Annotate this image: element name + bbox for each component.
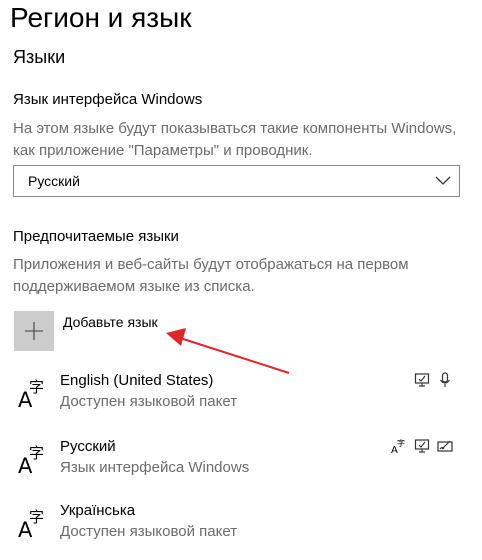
language-name: Українська xyxy=(60,502,136,519)
language-item-english[interactable]: A 字 English (United States) Доступен язы… xyxy=(0,372,482,428)
language-glyph-icon: A 字 xyxy=(18,444,44,474)
language-glyph-icon: A 字 xyxy=(18,378,44,408)
language-status: Доступен языковой пакет xyxy=(60,393,238,410)
language-name: English (United States) xyxy=(60,372,214,389)
language-glyph-icon: A 字 xyxy=(18,508,44,538)
language-item-ukrainian[interactable]: A 字 Українська Доступен языковой пакет xyxy=(0,502,482,558)
language-item-russian[interactable]: A 字 Русский Язык интерфейса Windows A 字 xyxy=(0,438,482,494)
handwriting-icon xyxy=(437,440,453,452)
language-status: Доступен языковой пакет xyxy=(60,523,238,540)
svg-text:字: 字 xyxy=(29,444,44,462)
svg-text:字: 字 xyxy=(29,508,44,526)
svg-text:字: 字 xyxy=(29,378,44,396)
annotation-arrow-head xyxy=(166,328,186,346)
language-pack-icon: A 字 xyxy=(391,438,405,454)
speech-icon xyxy=(440,372,450,387)
display-icon xyxy=(414,373,430,387)
annotation-arrow-line xyxy=(179,337,290,374)
svg-text:字: 字 xyxy=(397,438,405,448)
language-name: Русский xyxy=(60,438,116,455)
language-status: Язык интерфейса Windows xyxy=(60,459,250,476)
display-icon xyxy=(414,439,430,453)
